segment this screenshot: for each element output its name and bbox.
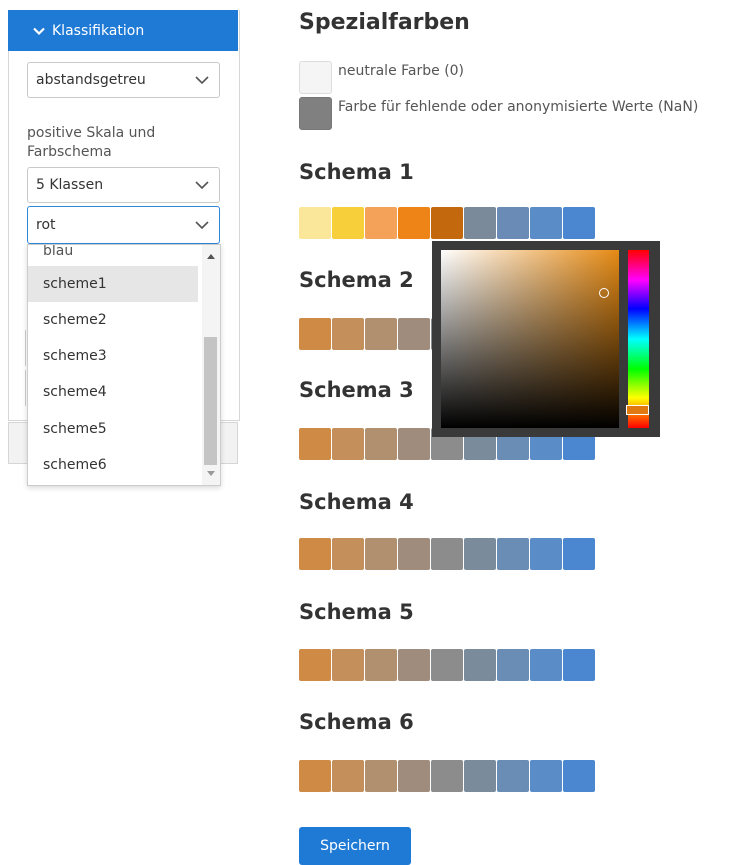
color-swatch[interactable] — [497, 760, 529, 792]
save-button[interactable]: Speichern — [299, 827, 411, 865]
color-swatch[interactable] — [332, 428, 364, 460]
saturation-value-area[interactable] — [441, 250, 619, 428]
color-swatch[interactable] — [563, 649, 595, 681]
nan-color-swatch[interactable] — [299, 97, 332, 130]
color-swatch[interactable] — [332, 538, 364, 570]
color-swatch[interactable] — [365, 538, 397, 570]
neutral-color-swatch[interactable] — [299, 61, 332, 94]
schema-title: Schema 6 — [299, 710, 414, 734]
scroll-down-icon[interactable] — [207, 471, 215, 476]
color-swatch[interactable] — [299, 428, 331, 460]
dropdown-option[interactable]: scheme1 — [28, 266, 198, 302]
color-swatch[interactable] — [497, 649, 529, 681]
schema-swatch-row — [299, 649, 596, 681]
schema-title: Schema 5 — [299, 600, 414, 624]
color-picker — [432, 241, 660, 437]
color-swatch[interactable] — [464, 760, 496, 792]
color-scheme-select[interactable]: rot — [27, 206, 220, 244]
scale-label: positive Skala und Farbschema — [27, 125, 156, 160]
color-swatch[interactable] — [332, 649, 364, 681]
mode-select-value: abstandsgetreu — [36, 72, 146, 88]
color-scheme-dropdown: blau scheme1 scheme2 scheme3 scheme4 sch… — [27, 244, 221, 486]
color-swatch[interactable] — [365, 428, 397, 460]
color-swatch[interactable] — [332, 318, 364, 350]
color-swatch[interactable] — [365, 207, 397, 239]
special-color-neutral: neutrale Farbe (0) — [299, 61, 464, 94]
color-swatch[interactable] — [530, 649, 562, 681]
color-swatch[interactable] — [299, 760, 331, 792]
chevron-down-icon — [195, 181, 209, 189]
color-swatch[interactable] — [497, 538, 529, 570]
panel-header-label: Klassifikation — [52, 22, 145, 39]
color-swatch[interactable] — [299, 318, 331, 350]
dropdown-option[interactable]: scheme4 — [28, 374, 198, 410]
color-swatch[interactable] — [299, 207, 331, 239]
color-swatch[interactable] — [464, 207, 496, 239]
color-swatch[interactable] — [365, 649, 397, 681]
classes-select[interactable]: 5 Klassen — [27, 167, 220, 203]
hue-slider-handle[interactable] — [626, 405, 649, 415]
dropdown-option[interactable]: scheme3 — [28, 338, 198, 374]
color-swatch[interactable] — [530, 760, 562, 792]
schema-swatch-row — [299, 538, 596, 570]
schema-swatch-row — [299, 760, 596, 792]
chevron-down-icon — [195, 76, 209, 84]
color-swatch[interactable] — [299, 649, 331, 681]
color-scheme-select-value: rot — [36, 217, 56, 233]
chevron-down-icon — [195, 221, 209, 229]
color-swatch[interactable] — [299, 538, 331, 570]
dropdown-option[interactable]: scheme5 — [28, 411, 198, 447]
special-color-nan: Farbe für fehlende oder anonymisierte We… — [299, 97, 698, 130]
color-swatch[interactable] — [563, 207, 595, 239]
color-swatch[interactable] — [431, 207, 463, 239]
color-swatch[interactable] — [332, 760, 364, 792]
dropdown-option[interactable]: scheme2 — [28, 302, 198, 338]
page-title: Spezialfarben — [299, 10, 470, 35]
dropdown-option[interactable]: scheme6 — [28, 447, 198, 483]
color-swatch[interactable] — [365, 760, 397, 792]
color-swatch[interactable] — [563, 760, 595, 792]
color-swatch[interactable] — [398, 538, 430, 570]
color-swatch[interactable] — [464, 538, 496, 570]
color-swatch[interactable] — [398, 649, 430, 681]
color-swatch[interactable] — [464, 649, 496, 681]
color-swatch[interactable] — [365, 318, 397, 350]
color-swatch[interactable] — [431, 649, 463, 681]
classification-panel-header[interactable]: Klassifikation — [8, 10, 238, 51]
color-swatch[interactable] — [530, 207, 562, 239]
mode-select[interactable]: abstandsgetreu — [27, 62, 220, 98]
schema-title: Schema 1 — [299, 160, 414, 184]
dropdown-option[interactable]: blau — [28, 245, 198, 261]
color-swatch[interactable] — [398, 760, 430, 792]
color-swatch[interactable] — [530, 538, 562, 570]
color-swatch[interactable] — [398, 207, 430, 239]
schema-title: Schema 4 — [299, 490, 414, 514]
hue-slider[interactable] — [628, 250, 649, 428]
color-swatch[interactable] — [332, 207, 364, 239]
color-swatch[interactable] — [431, 538, 463, 570]
chevron-down-icon — [33, 27, 45, 35]
color-swatch[interactable] — [497, 207, 529, 239]
dropdown-scrollbar[interactable] — [202, 245, 220, 485]
color-swatch[interactable] — [563, 538, 595, 570]
neutral-color-label: neutrale Farbe (0) — [338, 62, 465, 79]
picker-cursor[interactable] — [599, 288, 609, 298]
color-swatch[interactable] — [398, 428, 430, 460]
schema-title: Schema 2 — [299, 268, 414, 292]
color-swatch[interactable] — [431, 760, 463, 792]
schema-swatch-row — [299, 207, 596, 239]
schema-title: Schema 3 — [299, 378, 414, 402]
scroll-up-icon[interactable] — [207, 254, 215, 259]
scrollbar-thumb[interactable] — [204, 337, 217, 465]
nan-color-label: Farbe für fehlende oder anonymisierte We… — [338, 98, 699, 115]
classes-select-value: 5 Klassen — [36, 177, 104, 193]
color-swatch[interactable] — [398, 318, 430, 350]
